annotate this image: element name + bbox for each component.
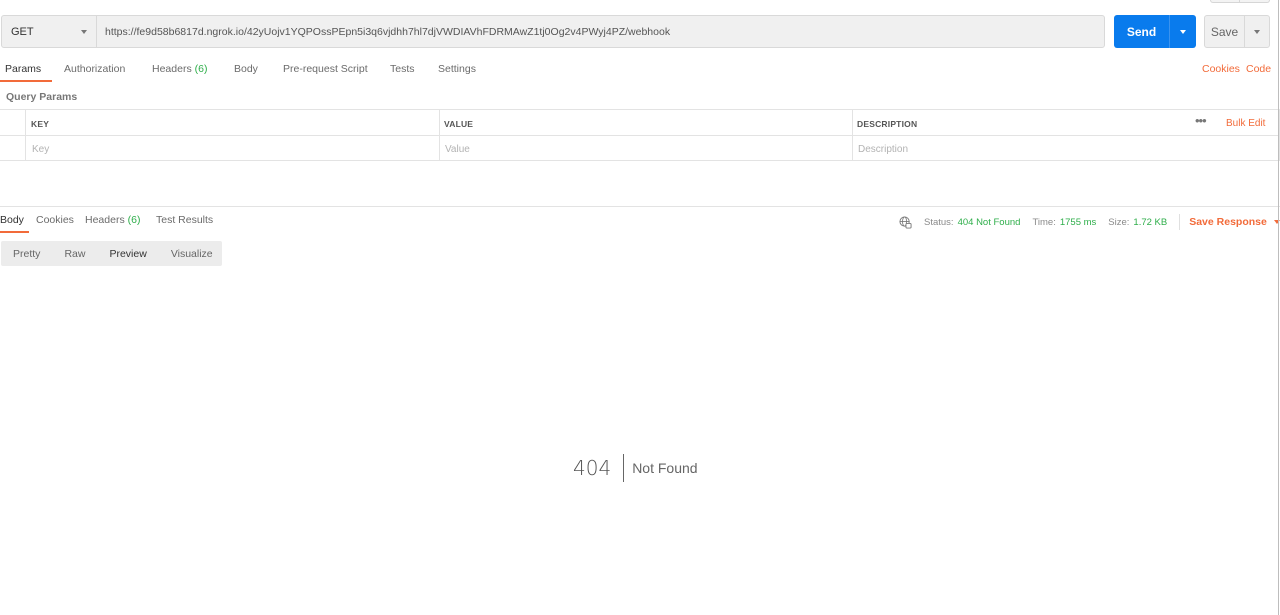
chevron-down-icon: [1254, 29, 1260, 34]
window-edge: [1278, 0, 1279, 615]
method-label: GET: [11, 25, 34, 38]
status-label: Status:: [924, 216, 954, 228]
value-column-header: VALUE: [444, 119, 474, 129]
save-response-label: Save Response: [1189, 216, 1267, 228]
more-icon[interactable]: •••: [1195, 113, 1207, 128]
method-select[interactable]: GET: [2, 16, 97, 47]
tab-response-cookies[interactable]: Cookies: [36, 214, 74, 226]
error-code: 404: [573, 454, 625, 482]
save-options-button[interactable]: [1245, 16, 1269, 47]
description-column-header: DESCRIPTION: [857, 119, 918, 129]
error-message: Not Found: [632, 460, 698, 476]
chevron-down-icon: [1180, 29, 1186, 34]
save-response-button[interactable]: Save Response: [1189, 216, 1280, 228]
mode-raw[interactable]: Raw: [52, 248, 97, 260]
size-value[interactable]: 1.72 KB: [1133, 217, 1167, 228]
tab-params[interactable]: Params: [5, 63, 41, 75]
view-mode-selector: Pretty Raw Preview Visualize: [1, 241, 222, 266]
query-params-title: Query Params: [6, 91, 78, 103]
key-column-header: KEY: [31, 119, 50, 129]
save-label: Save: [1205, 16, 1245, 47]
key-input[interactable]: Key: [32, 144, 49, 155]
chevron-down-icon: [81, 29, 87, 34]
tab-response-body[interactable]: Body: [0, 214, 24, 226]
code-link[interactable]: Code: [1246, 63, 1271, 75]
description-input[interactable]: Description: [858, 144, 908, 155]
preview-content: 404 Not Found: [573, 453, 698, 483]
tab-pre-request-script[interactable]: Pre-request Script: [283, 63, 368, 75]
tab-headers[interactable]: Headers (6): [152, 63, 207, 75]
column-divider: [852, 110, 853, 160]
column-divider: [25, 110, 26, 160]
tab-response-headers[interactable]: Headers (6): [85, 214, 140, 226]
send-options-button[interactable]: [1169, 15, 1196, 48]
tab-response-headers-count: (6): [127, 214, 141, 226]
mode-visualize[interactable]: Visualize: [159, 248, 225, 260]
active-tab-indicator: [0, 80, 52, 82]
tab-tests[interactable]: Tests: [390, 63, 415, 75]
tab-test-results[interactable]: Test Results: [156, 214, 213, 226]
table-header-row: [0, 110, 1279, 136]
tab-body[interactable]: Body: [234, 63, 258, 75]
tab-authorization[interactable]: Authorization: [64, 63, 125, 75]
response-meta: Status: 404 Not Found Time: 1755 ms Size…: [899, 214, 1280, 230]
tab-headers-label: Headers: [152, 63, 192, 75]
request-tabs: Params Authorization Headers (6) Body Pr…: [0, 56, 1280, 84]
tab-headers-count: (6): [194, 63, 208, 75]
mode-pretty[interactable]: Pretty: [1, 248, 52, 260]
bulk-edit-link[interactable]: Bulk Edit: [1226, 118, 1265, 129]
tab-settings[interactable]: Settings: [438, 63, 476, 75]
active-tab-indicator: [0, 231, 29, 233]
globe-icon[interactable]: [899, 215, 912, 229]
cookies-link[interactable]: Cookies: [1202, 63, 1240, 75]
send-label: Send: [1126, 24, 1157, 39]
time-value[interactable]: 1755 ms: [1060, 217, 1096, 228]
url-input[interactable]: https://fe9d58b6817d.ngrok.io/42yUojv1YQ…: [97, 16, 1104, 47]
send-button[interactable]: Send: [1114, 15, 1196, 48]
request-url-bar: GET https://fe9d58b6817d.ngrok.io/42yUoj…: [1, 15, 1105, 48]
column-divider: [439, 110, 440, 160]
query-params-table: KEY VALUE DESCRIPTION ••• Bulk Edit Key …: [0, 109, 1280, 161]
time-label: Time:: [1032, 216, 1056, 228]
size-label: Size:: [1108, 216, 1130, 228]
save-button[interactable]: Save: [1204, 15, 1270, 48]
mode-preview[interactable]: Preview: [97, 248, 158, 260]
value-input[interactable]: Value: [445, 144, 470, 155]
status-value[interactable]: 404 Not Found: [958, 217, 1021, 228]
tab-response-headers-label: Headers: [85, 214, 125, 226]
top-toolbar-stub: [1210, 0, 1270, 3]
separator: [1179, 214, 1181, 230]
